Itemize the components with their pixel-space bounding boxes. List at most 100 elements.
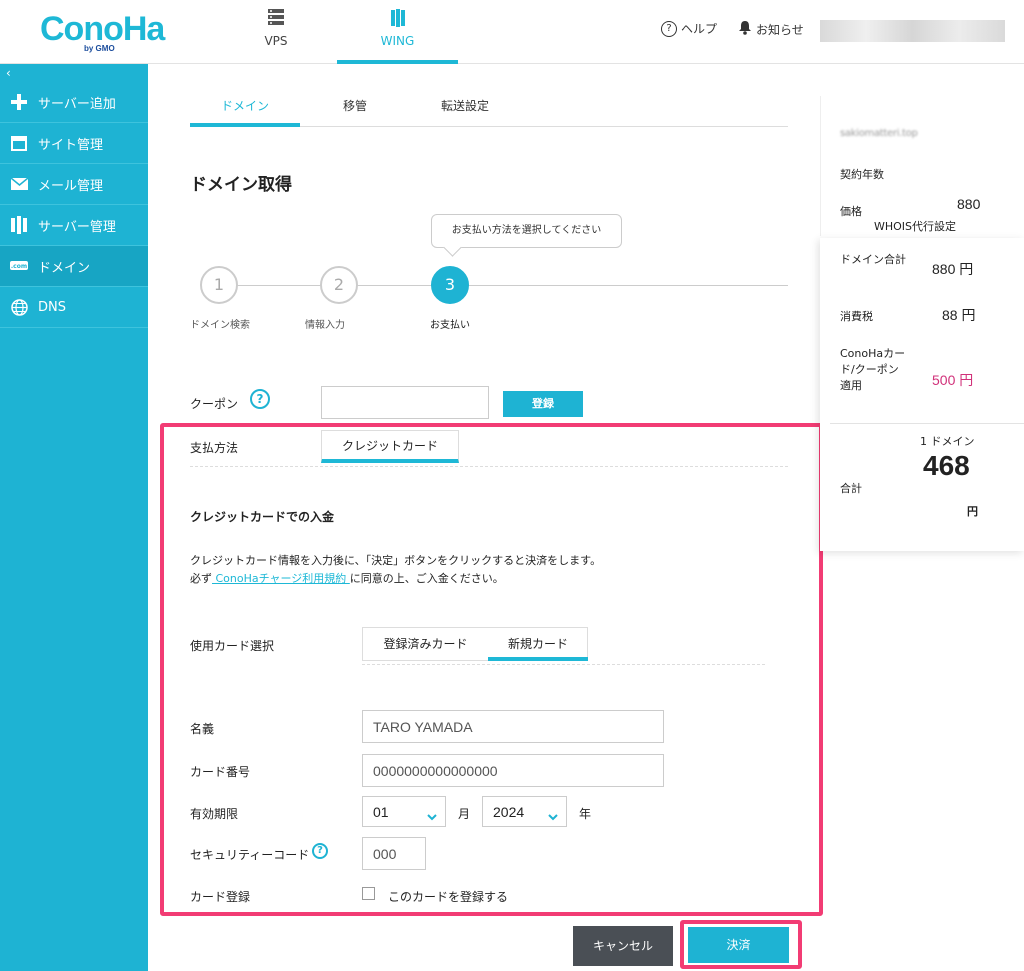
domain-subtabs: ドメイン 移管 転送設定 (190, 85, 788, 127)
summary-tax-label: 消費税 (840, 310, 873, 323)
register-card-checkbox-label[interactable]: このカードを登録する (388, 888, 508, 905)
step-2-circle: 2 (320, 266, 358, 304)
security-code-help-icon[interactable]: ? (312, 843, 328, 859)
step-3-circle: 3 (431, 266, 469, 304)
sidebar-item-label: サーバー管理 (38, 219, 116, 235)
wing-icon (389, 8, 407, 31)
sidebar-item-dns[interactable]: DNS (0, 287, 148, 328)
expiry-label: 有効期限 (190, 807, 239, 821)
summary-domain-total-label: ドメイン合計 (840, 253, 906, 266)
domain-icon: .com (0, 260, 38, 272)
step-progress-line (220, 285, 788, 286)
chevron-down-icon (548, 808, 558, 824)
tab-new-card[interactable]: 新規カード (488, 628, 588, 661)
bell-icon (738, 20, 752, 38)
terms-notice: 必ず ConoHaチャージ利用規約 に同意の上、ご入金ください。 (190, 570, 504, 586)
mail-icon (0, 178, 38, 190)
subtab-transfer[interactable]: 移管 (325, 97, 385, 114)
tab-vps[interactable]: VPS (236, 0, 316, 64)
terms-prefix: 必ず (190, 572, 212, 585)
terms-link[interactable]: ConoHaチャージ利用規約 (212, 572, 350, 585)
summary-domain-total-value: 880 円 (932, 261, 974, 277)
terms-suffix: に同意の上、ご入金ください。 (349, 572, 504, 585)
sidebar-item-label: サーバー追加 (38, 96, 116, 112)
sidebar: ‹ サーバー追加 サイト管理 メール管理 サーバー管理 .com ドメイン DN… (0, 64, 148, 971)
step-1-circle: 1 (200, 266, 238, 304)
step-tooltip: お支払い方法を選択してください (431, 214, 622, 248)
payment-highlight-frame (160, 423, 823, 916)
expiry-year-select[interactable]: 2024 (482, 796, 567, 827)
summary-domain-name: sakiomatteri.top (840, 128, 918, 139)
plus-icon (0, 94, 38, 110)
expiry-year-value: 2024 (493, 803, 525, 820)
card-number-input[interactable]: 0000000000000000 (362, 754, 664, 787)
year-unit: 年 (579, 807, 592, 821)
summary-count-label: 1 ドメイン (920, 435, 975, 448)
summary-price-label: 価格 (840, 205, 862, 218)
sidebar-item-server-manage[interactable]: サーバー管理 (0, 205, 148, 246)
notice-label: お知らせ (756, 22, 804, 37)
expiry-month-select[interactable]: 01 (362, 796, 446, 827)
coupon-input[interactable] (321, 386, 489, 419)
coupon-label: クーポン (190, 397, 239, 411)
conoha-logo[interactable]: ConoHa by GMO (40, 10, 170, 54)
payment-method-label: 支払方法 (190, 441, 239, 455)
subtab-active-indicator (190, 123, 300, 127)
tab-registered-card[interactable]: 登録済みカード (363, 628, 488, 661)
tab-wing[interactable]: WING (337, 0, 458, 64)
credit-card-section-title: クレジットカードでの入金 (190, 510, 335, 524)
summary-coupon-value: 500 円 (932, 372, 974, 388)
sidebar-item-label: メール管理 (38, 178, 104, 194)
register-card-checkbox[interactable] (362, 887, 375, 900)
help-label: ヘルプ (681, 22, 718, 36)
card-name-input[interactable]: TARO YAMADA (362, 710, 664, 743)
sidebar-collapse-icon[interactable]: ‹ (6, 66, 11, 80)
order-summary-card (820, 238, 1024, 551)
help-link[interactable]: ? ヘルプ (661, 20, 717, 37)
card-register-label: カード登録 (190, 890, 251, 904)
sidebar-item-server-add[interactable]: サーバー追加 (0, 82, 148, 123)
globe-icon (0, 298, 38, 316)
step-2-label: 情報入力 (305, 320, 345, 331)
summary-coupon-label: ConoHaカード/クーポン適用 (840, 347, 906, 392)
summary-total-unit: 円 (967, 505, 978, 518)
notice-link[interactable]: お知らせ (738, 20, 804, 38)
summary-divider (830, 423, 1024, 424)
logo-sub: by GMO (84, 44, 115, 53)
sidebar-item-domain[interactable]: .com ドメイン (0, 246, 148, 287)
card-name-label: 名義 (190, 722, 215, 736)
sidebar-item-mail-manage[interactable]: メール管理 (0, 164, 148, 205)
server-manage-icon (0, 216, 38, 234)
summary-contract-years-label: 契約年数 (840, 168, 884, 181)
card-select-label: 使用カード選択 (190, 639, 275, 653)
step-1-label: ドメイン検索 (190, 320, 250, 331)
sidebar-item-label: サイト管理 (38, 137, 104, 153)
subtab-domain[interactable]: ドメイン (190, 97, 300, 114)
summary-total-value: 468 (923, 450, 970, 481)
divider (362, 664, 765, 665)
submit-payment-button[interactable]: 決済 (688, 927, 789, 963)
tab-credit-card[interactable]: クレジットカード (321, 430, 459, 463)
page-title: ドメイン取得 (190, 175, 292, 195)
server-icon (267, 8, 285, 29)
security-code-label: セキュリティーコード (190, 848, 310, 862)
subtab-forwarding[interactable]: 転送設定 (430, 97, 500, 114)
summary-tax-value: 88 円 (942, 307, 976, 323)
user-account-menu[interactable] (820, 20, 1005, 42)
sidebar-item-label: ドメイン (38, 260, 91, 276)
summary-price-value: 880 (957, 196, 981, 212)
tab-wing-label: WING (380, 34, 415, 48)
expiry-month-value: 01 (373, 803, 389, 820)
month-unit: 月 (458, 807, 471, 821)
divider (190, 466, 788, 467)
credit-card-description: クレジットカード情報を入力後に、「決定」ボタンをクリックすると決済をします。 (190, 554, 602, 567)
sidebar-item-site-manage[interactable]: サイト管理 (0, 123, 148, 164)
coupon-register-button[interactable]: 登録 (503, 391, 583, 417)
header: ConoHa by GMO VPS WING ? ヘルプ お知らせ (0, 0, 1024, 64)
cancel-button[interactable]: キャンセル (573, 926, 673, 966)
step-3-label: お支払い (430, 320, 470, 331)
coupon-help-icon[interactable]: ? (250, 389, 270, 409)
card-select-tabs: 登録済みカード 新規カード (362, 627, 588, 661)
summary-total-label: 合計 (840, 482, 862, 495)
security-code-input[interactable]: 000 (362, 837, 426, 870)
